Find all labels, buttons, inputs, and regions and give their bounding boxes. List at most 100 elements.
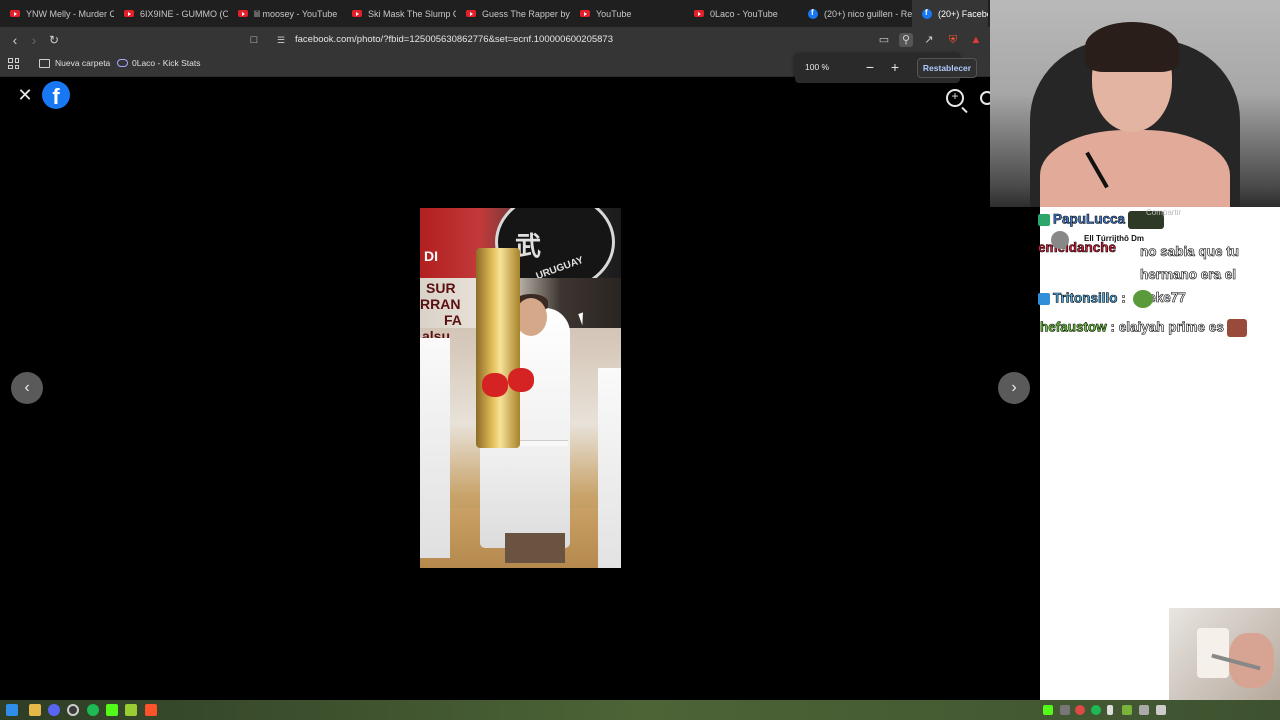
hands-camera-overlay [1169,608,1280,700]
file-explorer-icon[interactable] [29,704,41,716]
youtube-icon [694,10,704,17]
tray-app-icon[interactable] [1075,705,1085,715]
tab-youtube[interactable]: YouTube [570,0,684,27]
tab-label: (20+) nico guillen - Re [824,8,912,19]
zoom-icon[interactable]: ⚲ [899,33,913,47]
reload-icon[interactable]: ↻ [45,31,63,49]
youtube-icon [10,10,20,17]
youtube-icon [580,10,590,17]
spotify-tray-icon[interactable] [1091,705,1101,715]
tab-facebook-active[interactable]: (20+) Faceboo [912,0,988,27]
kick-tray-icon[interactable] [1043,705,1053,715]
zoom-level-text: 100 % [805,62,830,72]
youtube-icon [466,10,476,17]
obs-icon[interactable] [67,704,79,716]
tab-label: 0Laco - YouTube [710,8,778,19]
discord-icon[interactable] [48,704,60,716]
zoom-reset-button[interactable]: Restablecer [917,58,977,78]
brave-shield-icon[interactable]: ⛨ [946,33,960,47]
zoom-out-button[interactable]: − [862,59,878,75]
tab-label: Guess The Rapper by E [482,8,570,19]
previous-photo-button[interactable]: ‹ [11,372,43,404]
badge-icon [1038,293,1050,305]
kick-icon [117,59,128,67]
spotify-icon[interactable] [87,704,99,716]
close-icon[interactable]: ✕ [15,85,35,105]
site-settings-icon[interactable]: ☰ [274,33,288,47]
photo-person-right [598,368,621,568]
share-alert: Ell Túrrijthô Dm [1048,229,1178,251]
bookmark-label: 0Laco - Kick Stats [132,58,201,68]
photo-box [505,533,565,563]
facebook-icon [922,8,932,19]
brave-rewards-icon[interactable]: ▲ [969,33,983,47]
tray-app-icon[interactable] [1122,705,1132,715]
chat-message: Tritonsillo : [1038,290,1153,308]
chat-username: hefaustow [1040,319,1107,335]
tab-nico-guillen[interactable]: (20+) nico guillen - Re [798,0,912,27]
kick-app-icon[interactable] [106,704,118,716]
chat-text: elaiyah prime es [1118,319,1224,335]
url-bar[interactable]: facebook.com/photo/?fbid=125005630862776… [295,34,613,45]
cast-icon[interactable]: ▭ [877,33,891,47]
minecraft-icon[interactable] [125,704,137,716]
photo-banner-text: DI [424,248,438,264]
microphone-icon[interactable] [1107,705,1113,715]
photo-viewer: ✕ f + 武 URUGUAY DI SUR RRAN FA alsu ‹ › [0,77,1040,700]
facebook-logo-icon[interactable]: f [42,81,70,109]
chat-text: no sabia que tu hermano era el peke77 [1140,244,1240,306]
tab-label: (20+) Faceboo [938,8,988,19]
bookmark-nueva-carpeta[interactable]: Nueva carpeta [39,58,110,68]
tab-6ix9ine[interactable]: 6IX9INE - GUMMO (Of [114,0,228,27]
alert-name: Ell Túrrijthô Dm [1084,234,1144,243]
zoom-in-button[interactable]: + [887,59,903,75]
avatar [1051,231,1069,249]
tab-label: lil moosey - YouTube [254,8,338,19]
tab-guess-the-rapper[interactable]: Guess The Rapper by E [456,0,570,27]
apps-grid-icon[interactable] [8,58,19,69]
photo-image[interactable]: 武 URUGUAY DI SUR RRAN FA alsu [420,208,621,568]
photo-banner-text: RRAN [420,296,461,312]
webcam-person-hair [1085,22,1179,72]
bookmark-label: Nueva carpeta [55,58,111,68]
bookmark-icon[interactable]: □ [247,33,261,47]
facebook-icon [808,8,818,19]
webcam-person-torso [1040,130,1230,207]
tray-app-icon[interactable] [1156,705,1166,715]
bookmark-kick-stats[interactable]: 0Laco - Kick Stats [117,58,201,68]
tab-lil-moosey[interactable]: lil moosey - YouTube [228,0,342,27]
tray-grid-icon[interactable] [1060,705,1070,715]
windows-start-icon[interactable] [6,704,18,716]
emote-icon [1226,319,1247,337]
chat-username: PapuLucca [1053,211,1126,227]
taskbar [0,700,1280,720]
webcam-overlay [990,0,1280,207]
screen: YNW Melly - Murder C 6IX9INE - GUMMO (Of… [0,0,1280,720]
chat-username: Tritonsillo [1053,290,1118,306]
tab-ski-mask[interactable]: Ski Mask The Slump G [342,0,456,27]
zoom-in-icon[interactable]: + [946,89,964,107]
photo-banner-text: SUR [426,280,456,296]
photo-person-left [420,338,450,558]
tab-ynw-melly[interactable]: YNW Melly - Murder C [0,0,114,27]
back-arrow-icon[interactable]: ‹ [6,31,24,49]
tab-bar: YNW Melly - Murder C 6IX9INE - GUMMO (Of… [0,0,990,27]
chat-message: hefaustow : elaiyah prime es [1040,319,1247,337]
youtube-icon [352,10,362,17]
tab-label: 6IX9INE - GUMMO (Of [140,8,228,19]
browser-window: YNW Melly - Murder C 6IX9INE - GUMMO (Of… [0,0,1040,700]
tab-label: Ski Mask The Slump G [368,8,456,19]
youtube-icon [124,10,134,17]
tab-0laco-youtube[interactable]: 0Laco - YouTube [684,0,798,27]
address-toolbar: ‹ › ↻ □ ☰ facebook.com/photo/?fbid=12500… [0,27,990,53]
folder-icon [39,58,50,68]
brave-browser-icon[interactable] [145,704,157,716]
share-icon[interactable]: ↗ [922,33,936,47]
next-photo-button[interactable]: › [998,372,1030,404]
zoom-popup: 100 % − + Restablecer [795,53,977,83]
forward-arrow-icon[interactable]: › [25,31,43,49]
photo-glove-left [482,373,508,397]
share-label: Compartir [1146,208,1182,217]
tray-app-icon[interactable] [1139,705,1149,715]
tab-label: YouTube [596,8,632,19]
